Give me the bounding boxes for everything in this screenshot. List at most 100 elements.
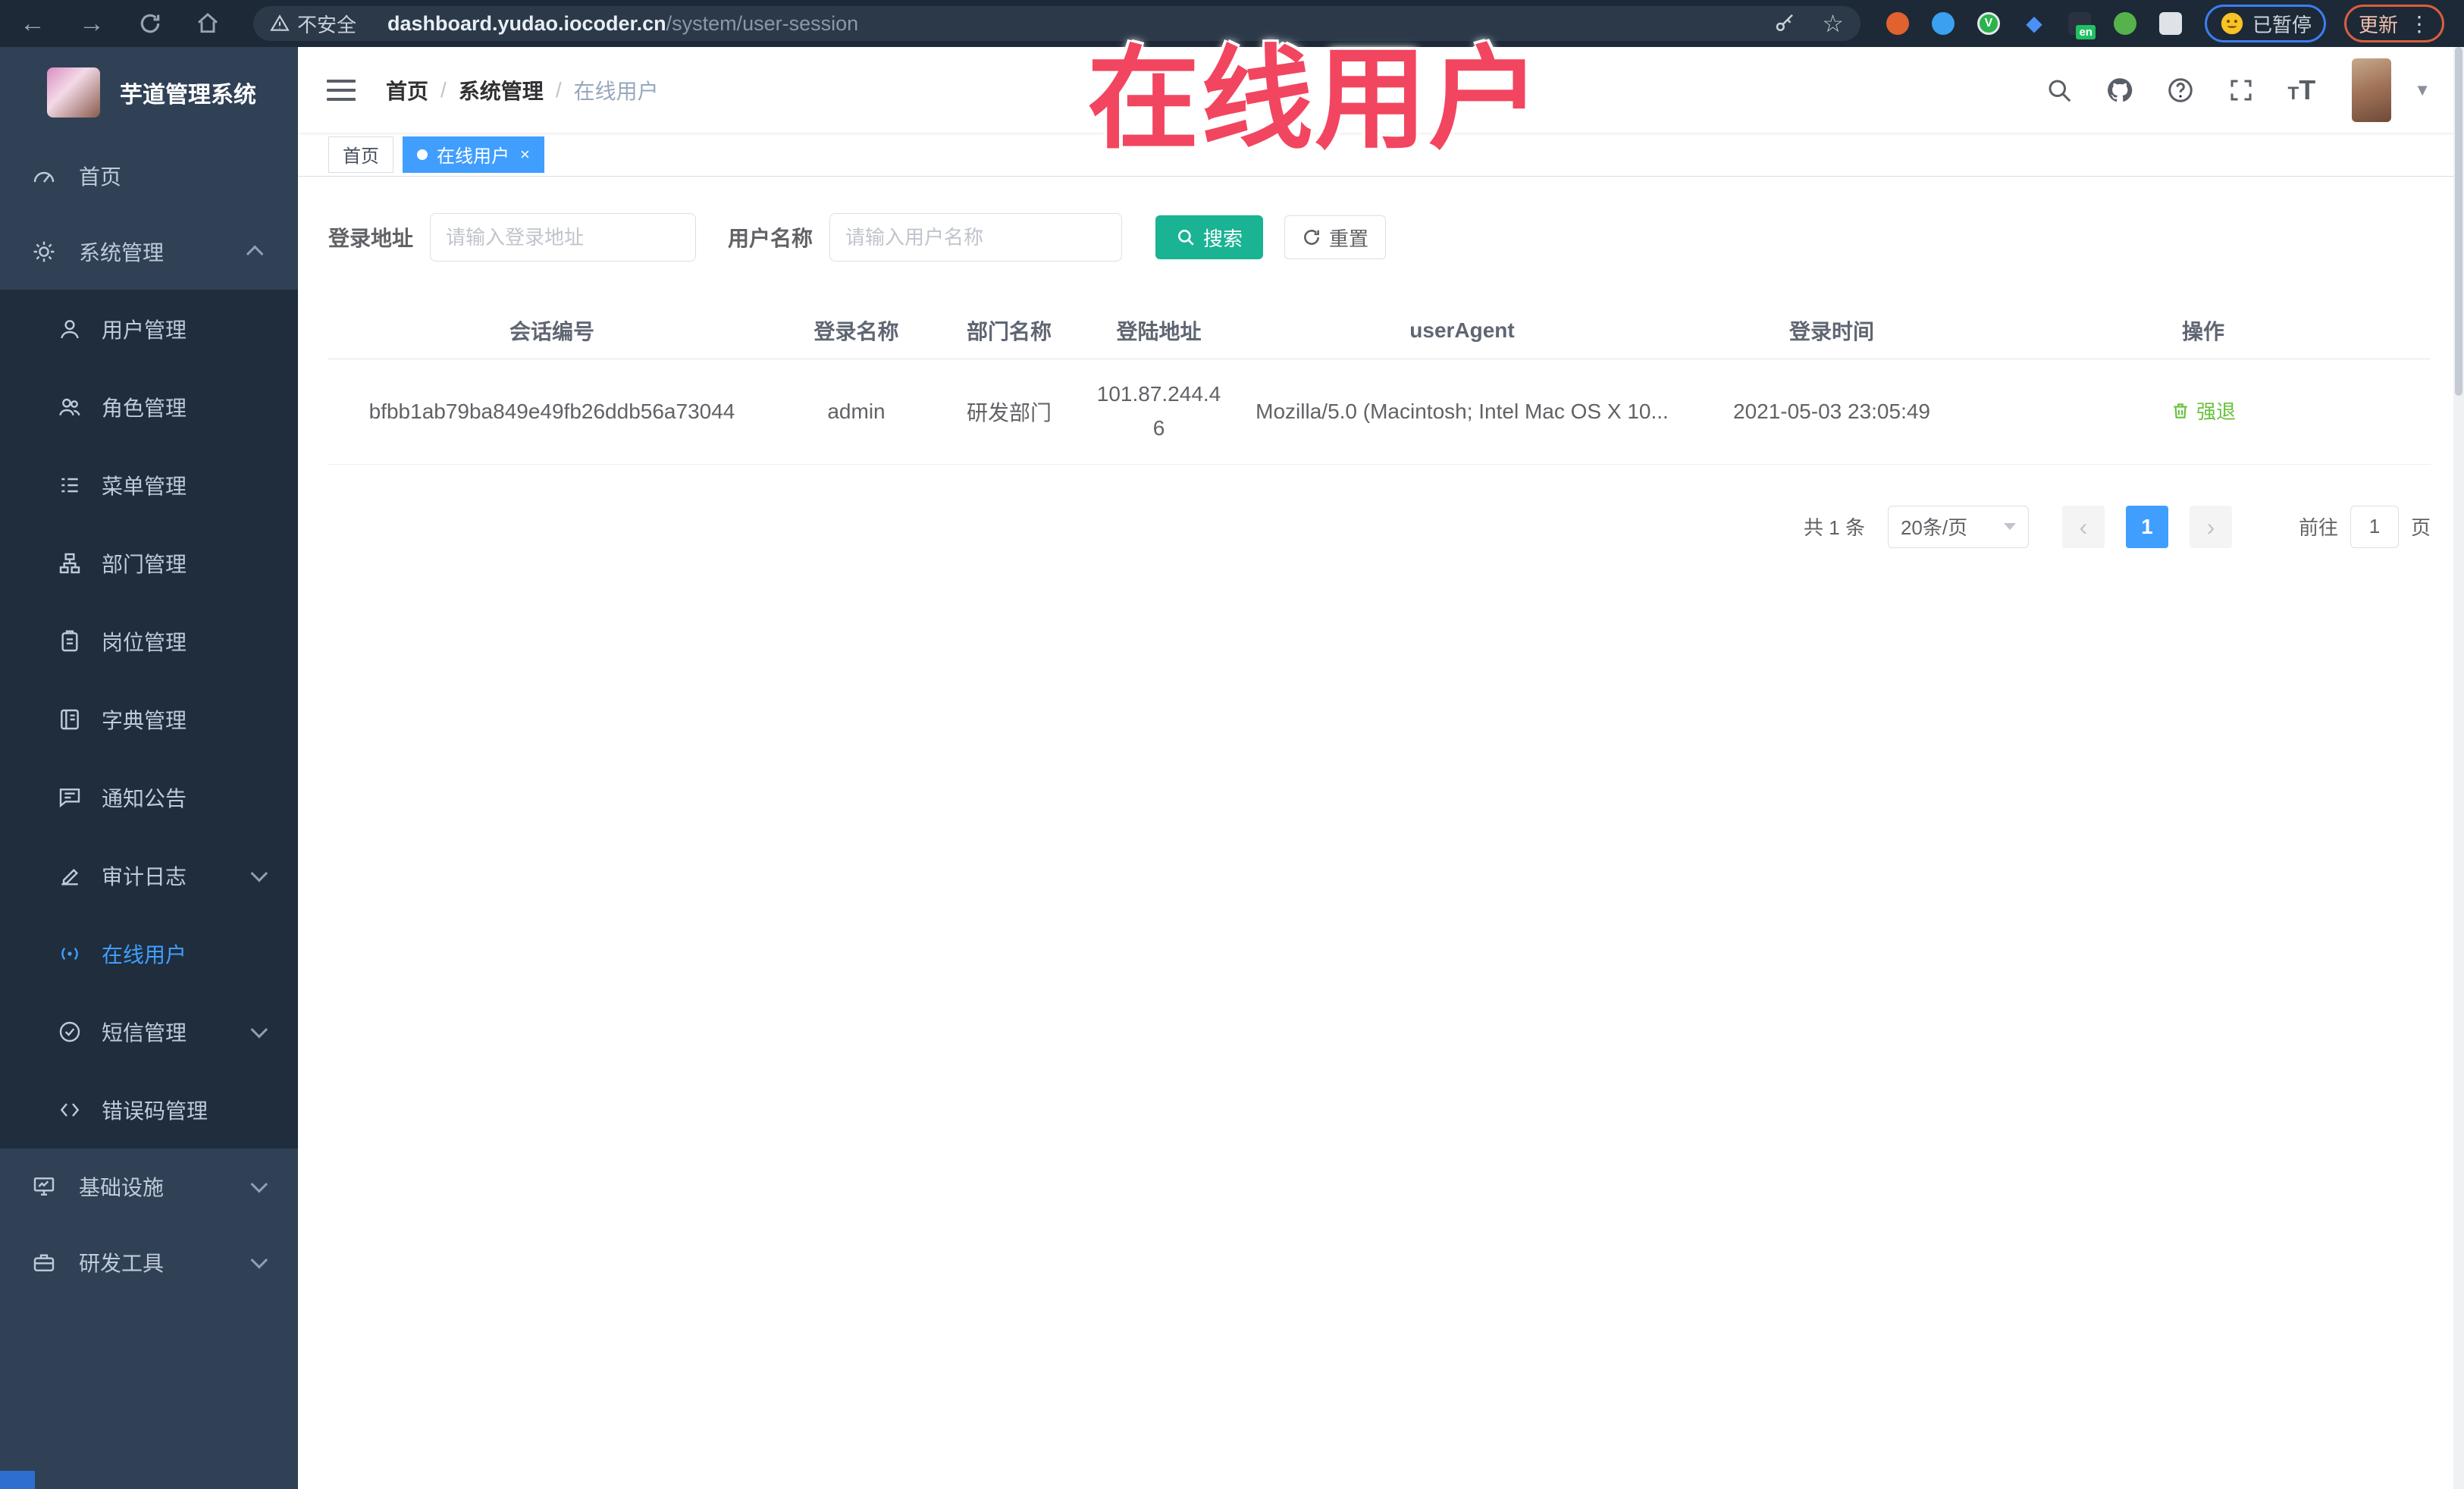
emoji-avatar-icon (2221, 12, 2243, 35)
tab-home[interactable]: 首页 (328, 136, 393, 173)
current-page-button[interactable]: 1 (2125, 505, 2168, 548)
sidebar-item-notice[interactable]: 通知公告 (0, 758, 298, 836)
password-key-icon[interactable] (1773, 12, 1796, 35)
extensions-puzzle-icon[interactable] (2158, 12, 2182, 35)
tags-view-bar: 首页 在线用户 × (298, 133, 2464, 177)
reset-button[interactable]: 重置 (1284, 215, 1387, 259)
bookmark-star-icon[interactable]: ☆ (1822, 9, 1844, 38)
sidebar-item-label: 短信管理 (102, 1020, 187, 1045)
table-header-row: 会话编号 登录名称 部门名称 登陆地址 userAgent 登录时间 操作 (328, 303, 2431, 359)
extension-drop-icon[interactable] (1931, 12, 1955, 35)
help-icon[interactable] (2167, 77, 2194, 104)
user-icon (61, 319, 79, 338)
total-count: 共 1 条 (1804, 516, 1865, 539)
chevron-up-icon (246, 245, 264, 263)
chevron-down-icon (250, 1175, 268, 1193)
cell-username: admin (776, 359, 937, 465)
extension-translate-icon[interactable]: en (2067, 12, 2096, 39)
sidebar-item-error-code[interactable]: 错误码管理 (0, 1071, 298, 1149)
browser-menu-icon[interactable]: ⋮ (2409, 11, 2430, 36)
force-logout-button[interactable]: 强退 (2171, 397, 2236, 425)
extension-key-icon[interactable] (2113, 12, 2136, 35)
next-page-button[interactable]: › (2189, 505, 2232, 548)
goto-page-input[interactable] (2350, 505, 2399, 548)
announcement-icon (59, 788, 80, 807)
avatar-caret-down-icon[interactable]: ▼ (2414, 80, 2431, 100)
search-icon[interactable] (2045, 77, 2073, 104)
username-input[interactable] (829, 213, 1123, 262)
chevron-down-icon (250, 1251, 268, 1269)
col-dept: 部门名称 (937, 303, 1081, 359)
close-icon[interactable]: × (520, 145, 530, 165)
sidebar-item-dept-mgmt[interactable]: 部门管理 (0, 524, 298, 602)
caret-down-icon (2003, 523, 2016, 530)
username-label: 用户名称 (728, 227, 813, 250)
github-icon[interactable] (2106, 77, 2133, 104)
user-avatar[interactable] (2352, 58, 2392, 122)
browser-update-button[interactable]: 更新 ⋮ (2343, 5, 2444, 42)
org-tree-icon (59, 553, 80, 573)
home-icon[interactable] (196, 11, 220, 36)
app-logo (47, 67, 100, 118)
fullscreen-icon[interactable] (2227, 77, 2255, 104)
breadcrumb-current: 在线用户 (573, 79, 659, 103)
col-login-time: 登录时间 (1688, 303, 1976, 359)
prev-page-button[interactable]: ‹ (2061, 505, 2105, 548)
sidebar-item-role-mgmt[interactable]: 角色管理 (0, 368, 298, 446)
sidebar-item-sms-mgmt[interactable]: 短信管理 (0, 992, 298, 1071)
page-scrollbar[interactable] (2453, 47, 2464, 1489)
breadcrumb-system[interactable]: 系统管理 (459, 75, 544, 105)
hamburger-icon[interactable] (327, 74, 356, 107)
delete-icon (2174, 403, 2187, 418)
sidebar-item-label: 角色管理 (102, 396, 187, 420)
breadcrumb-home[interactable]: 首页 (386, 75, 428, 105)
tab-label: 首页 (343, 146, 379, 167)
extension-diamond-icon[interactable]: ◆ (2023, 12, 2045, 35)
sidebar-item-label: 在线用户 (102, 942, 187, 967)
sidebar-item-system[interactable]: 系统管理 (0, 214, 298, 290)
sidebar-item-label: 基础设施 (79, 1176, 165, 1199)
sidebar-item-label: 字典管理 (102, 708, 187, 732)
breadcrumb: 首页 / 系统管理 / 在线用户 (386, 75, 659, 105)
search-button[interactable]: 搜索 (1155, 215, 1264, 259)
extension-v-icon[interactable]: V (1977, 12, 2000, 35)
sidebar-item-dict-mgmt[interactable]: 字典管理 (0, 680, 298, 758)
page-unit-label: 页 (2410, 516, 2431, 539)
extension-ublock-icon[interactable] (1886, 12, 1909, 35)
back-icon[interactable]: ← (20, 0, 45, 47)
sidebar-item-label: 菜单管理 (102, 474, 187, 498)
scrollbar-thumb[interactable] (2455, 47, 2462, 396)
refresh-icon (1304, 230, 1320, 245)
sidebar-item-menu-mgmt[interactable]: 菜单管理 (0, 446, 298, 524)
update-label: 更新 (2358, 13, 2398, 36)
main-content: 登录地址 用户名称 搜索 重置 会话编号 登录名称 部门名 (298, 177, 2464, 1489)
sidebar-item-label: 通知公告 (102, 786, 187, 810)
active-dot (417, 149, 428, 160)
browser-chrome: ← → 不安全 dashboard.yudao.iocoder.cn /syst… (0, 0, 2464, 47)
sidebar-item-audit-log[interactable]: 审计日志 (0, 836, 298, 914)
sidebar-item-dev-tools[interactable]: 研发工具 (0, 1224, 298, 1300)
tab-online-users[interactable]: 在线用户 × (403, 136, 544, 173)
url-host: dashboard.yudao.iocoder.cn (387, 11, 666, 35)
sidebar-item-label: 首页 (79, 165, 122, 189)
user-session-table: 会话编号 登录名称 部门名称 登陆地址 userAgent 登录时间 操作 bf… (328, 303, 2431, 465)
address-bar[interactable]: 不安全 dashboard.yudao.iocoder.cn /system/u… (253, 6, 1861, 41)
login-address-input[interactable] (430, 213, 697, 262)
sidebar-item-post-mgmt[interactable]: 岗位管理 (0, 602, 298, 680)
profile-paused-badge[interactable]: 已暂停 (2204, 5, 2326, 42)
sidebar-item-home[interactable]: 首页 (0, 138, 298, 214)
id-badge-icon (61, 629, 78, 651)
font-size-icon[interactable]: TT (2288, 74, 2316, 106)
pagination: 共 1 条 20条/页 ‹ 1 › 前往 页 (298, 505, 2431, 548)
monitor-icon (33, 1177, 55, 1196)
sidebar-item-online-users[interactable]: 在线用户 (0, 914, 298, 992)
forward-icon[interactable]: → (79, 0, 105, 47)
cell-ip: 101.87.244.46 (1081, 359, 1237, 465)
header-actions: TT ▼ (2012, 58, 2431, 122)
page-size-select[interactable]: 20条/页 (1887, 505, 2029, 548)
gear-icon (33, 241, 55, 262)
sidebar-item-user-mgmt[interactable]: 用户管理 (0, 290, 298, 368)
sidebar-item-infrastructure[interactable]: 基础设施 (0, 1149, 298, 1224)
app-logo-row[interactable]: 芋道管理系统 (0, 47, 298, 138)
reload-icon[interactable] (138, 11, 162, 36)
